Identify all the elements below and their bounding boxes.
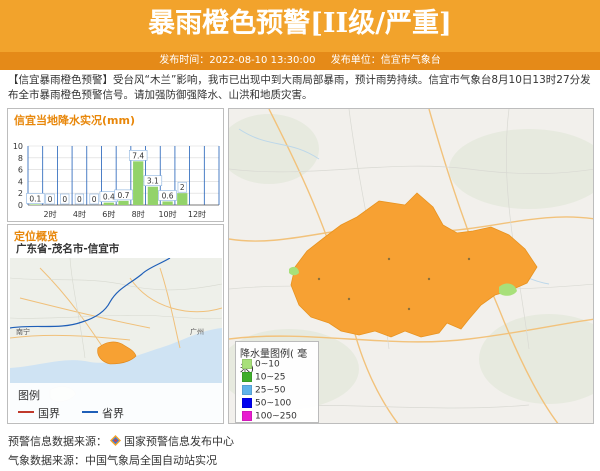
province-border-swatch xyxy=(82,411,98,413)
x-tick-label: 2时 xyxy=(43,209,56,219)
precip-swatch-3 xyxy=(242,398,252,408)
y-tick-label: 4 xyxy=(18,177,23,186)
precip-label-2: 25~50 xyxy=(255,385,286,396)
precip-label-3: 50~100 xyxy=(255,398,292,409)
warning-source-org[interactable]: 国家预警信息发布中心 xyxy=(124,435,234,448)
rain-value-label: 0 xyxy=(48,195,53,204)
rainfall-chart-panel: 信宜当地降水实况(mm) 0 2 4 6 8 10 0.1 0 0 0 0 0.4 0.7 7.4 3.1 0… xyxy=(7,108,224,222)
rain-value-label: 0 xyxy=(92,195,97,204)
warning-header: 暴雨橙色预警[II级/严重] xyxy=(0,0,600,52)
warning-center-logo-icon xyxy=(110,435,121,446)
precip-swatch-1 xyxy=(242,372,252,382)
rain-value-label: 3.1 xyxy=(147,177,159,186)
rain-bar xyxy=(147,186,159,205)
precip-legend-row-4: 100~250 xyxy=(242,411,297,422)
issue-time: 发布时间：2022-08-10 13:30:00 xyxy=(159,55,316,66)
precip-label-1: 10~25 xyxy=(255,372,286,383)
rain-bar xyxy=(118,200,129,205)
issuer: 发布单位：信宜市气象台 xyxy=(330,55,441,66)
precipitation-legend: 降水量图例( 毫米) 0~10 10~25 25~50 50~100 100~2… xyxy=(235,341,319,423)
rain-value-label: 7.4 xyxy=(132,151,144,160)
warning-title: 暴雨橙色预警[II级/严重] xyxy=(148,8,452,39)
rain-bar xyxy=(177,193,188,205)
location-path: 广东省-茂名市-信宜市 xyxy=(16,243,120,255)
y-tick-label: 0 xyxy=(18,201,23,210)
province-border-label: 省界 xyxy=(102,407,124,420)
precip-label-0: 0~10 xyxy=(255,359,280,370)
rain-value-label: 0 xyxy=(77,195,82,204)
svg-text:南宁: 南宁 xyxy=(16,327,30,336)
location-panel: 定位概览 广东省-茂名市-信宜市 南宁 广州 图例 国界 省界 xyxy=(7,224,224,424)
y-tick-label: 8 xyxy=(18,154,23,163)
precip-legend-row-0: 0~10 xyxy=(242,359,280,370)
national-border-label: 国界 xyxy=(38,407,60,420)
precip-legend-row-1: 10~25 xyxy=(242,372,285,383)
rain-value-label: 0 xyxy=(62,195,67,204)
x-tick-label: 8时 xyxy=(132,209,145,219)
rain-value-label: 0.7 xyxy=(118,191,130,200)
warning-area-map[interactable]: 降水量图例( 毫米) 0~10 10~25 25~50 50~100 100~2… xyxy=(228,108,594,424)
overview-legend-title: 图例 xyxy=(18,389,40,402)
x-tick-label: 4时 xyxy=(73,209,86,219)
warning-source: 预警信息数据来源： 国家预警信息发布中心 xyxy=(8,433,234,449)
svg-text:广州: 广州 xyxy=(190,327,204,336)
precip-legend-row-3: 50~100 xyxy=(242,398,291,409)
x-tick-label: 6时 xyxy=(102,209,115,219)
rain-bar xyxy=(162,201,173,205)
y-tick-label: 2 xyxy=(18,189,23,198)
alert-text: 【信宜暴雨橙色预警】受台风“木兰”影响，我市已出现中到大雨局部暴雨，预计雨势持续… xyxy=(8,74,591,101)
rain-bar xyxy=(103,202,114,205)
rain-value-label: 0.6 xyxy=(162,191,174,200)
national-border-swatch xyxy=(18,411,34,413)
precip-legend-row-2: 25~50 xyxy=(242,385,285,396)
rain-value-label: 0.1 xyxy=(29,194,41,203)
rain-bar xyxy=(133,161,144,205)
y-tick-label: 10 xyxy=(13,142,23,151)
weather-source: 气象数据来源：中国气象局全国自动站实况 xyxy=(8,454,217,467)
precip-swatch-4 xyxy=(242,411,252,421)
rain-value-label: 0.4 xyxy=(103,193,115,202)
warning-source-label: 预警信息数据来源： xyxy=(8,435,107,448)
precip-label-4: 100~250 xyxy=(255,411,297,422)
rain-value-label: 2 xyxy=(180,183,185,192)
x-tick-label: 12时 xyxy=(188,209,206,219)
rain-bar xyxy=(30,204,41,205)
precip-swatch-2 xyxy=(242,385,252,395)
issue-info-bar: 发布时间：2022-08-10 13:30:00 发布单位：信宜市气象台 xyxy=(0,52,600,70)
y-tick-label: 6 xyxy=(18,166,23,175)
rainfall-chart: 02468100.1 0 0 0 0 0.4 0.77.43.10.622时 4时 6时 8时 10… xyxy=(13,142,220,219)
precip-swatch-0 xyxy=(242,359,252,369)
overview-legend: 图例 国界 省界 xyxy=(10,383,222,422)
x-tick-label: 10时 xyxy=(158,209,176,219)
